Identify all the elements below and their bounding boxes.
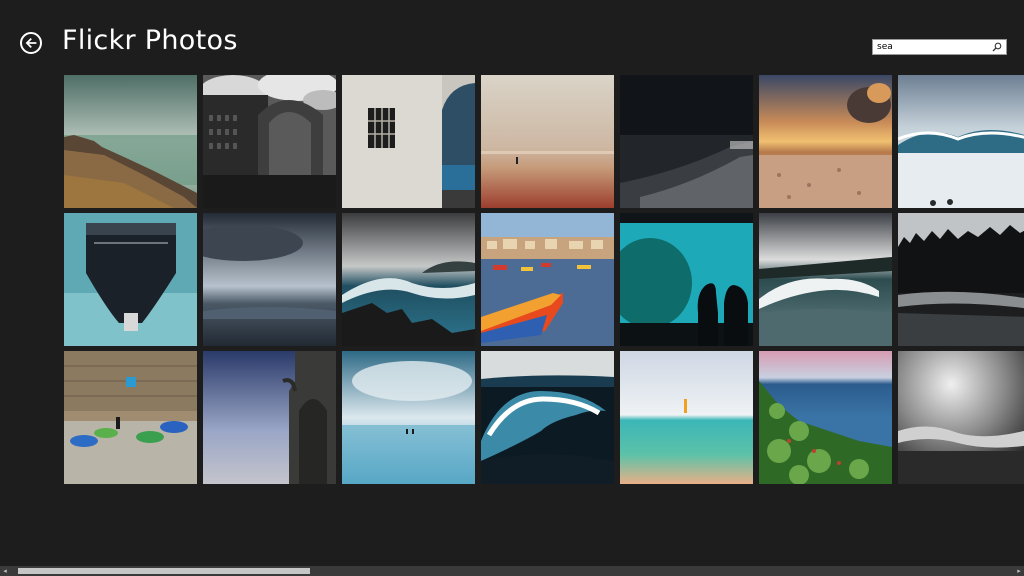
photo-tile[interactable] — [620, 213, 753, 346]
photo-tile[interactable] — [64, 75, 197, 208]
search-input[interactable] — [873, 40, 990, 54]
photo-tile[interactable] — [898, 213, 1024, 346]
photo-tile[interactable] — [342, 351, 475, 484]
photo-grid — [64, 75, 1024, 484]
photo-tile[interactable] — [342, 213, 475, 346]
back-arrow-icon — [25, 38, 37, 48]
horizontal-scrollbar[interactable]: ◂ ▸ — [0, 566, 1024, 576]
photo-tile[interactable] — [759, 75, 892, 208]
app-window: Flickr Photos sea ◂ ▸ — [0, 0, 1024, 576]
photo-tile[interactable] — [64, 213, 197, 346]
search-box[interactable] — [872, 39, 1007, 55]
photo-tile[interactable] — [898, 351, 1024, 484]
photo-tile[interactable] — [620, 75, 753, 208]
scroll-left-icon[interactable]: ◂ — [0, 566, 10, 576]
photo-tile[interactable] — [898, 75, 1024, 208]
photo-tile[interactable] — [203, 351, 336, 484]
back-button[interactable] — [20, 32, 42, 54]
search-icon[interactable] — [990, 40, 1004, 54]
photo-tile[interactable] — [620, 351, 753, 484]
photo-tile[interactable] — [481, 213, 614, 346]
photo-tile[interactable] — [759, 351, 892, 484]
photo-tile[interactable] — [759, 213, 892, 346]
photo-tile[interactable] — [64, 351, 197, 484]
photo-tile[interactable] — [481, 75, 614, 208]
photo-tile[interactable] — [481, 351, 614, 484]
scroll-thumb[interactable] — [18, 568, 310, 574]
photo-tile[interactable] — [203, 213, 336, 346]
scroll-right-icon[interactable]: ▸ — [1014, 566, 1024, 576]
photo-tile[interactable] — [342, 75, 475, 208]
photo-tile[interactable] — [203, 75, 336, 208]
page-title: Flickr Photos — [62, 25, 238, 56]
